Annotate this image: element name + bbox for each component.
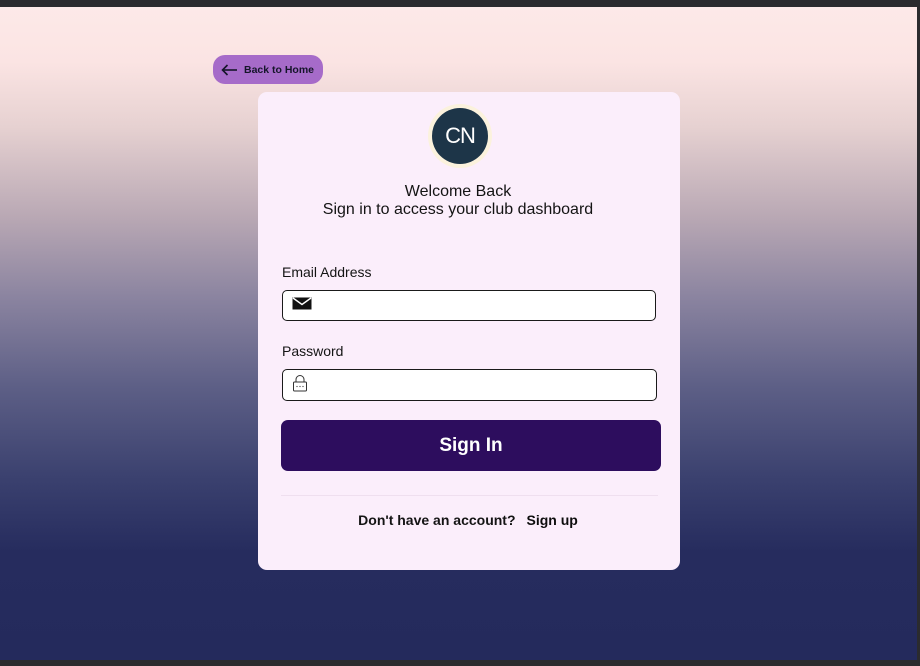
login-card: CN Welcome Back Sign in to access your c… [258,92,680,570]
back-to-home-label: Back to Home [244,63,315,76]
app-window: Back to Home CN Welcome Back Sign in to … [0,0,920,666]
arrow-left-icon [221,63,238,77]
email-field-wrapper [282,290,656,321]
email-label: Email Address [282,264,372,280]
password-input[interactable] [316,371,656,399]
logo-badge: CN [428,104,492,168]
signup-prompt-text: Don't have an account? [358,512,516,528]
sign-up-link[interactable]: Sign up [527,512,578,528]
email-input[interactable] [320,291,655,320]
page-subtitle: Sign in to access your club dashboard [322,201,594,218]
password-field-wrapper [282,369,657,401]
envelope-icon [292,296,312,315]
page-title: Welcome Back [404,183,512,200]
divider [281,495,658,496]
password-label: Password [282,343,344,359]
lock-icon [292,374,308,397]
sign-in-button[interactable]: Sign In [281,420,661,471]
signup-prompt: Don't have an account? Sign up [258,512,678,528]
club-logo: CN [432,108,488,164]
back-to-home-button[interactable]: Back to Home [213,55,323,84]
page-background: Back to Home CN Welcome Back Sign in to … [0,7,917,660]
